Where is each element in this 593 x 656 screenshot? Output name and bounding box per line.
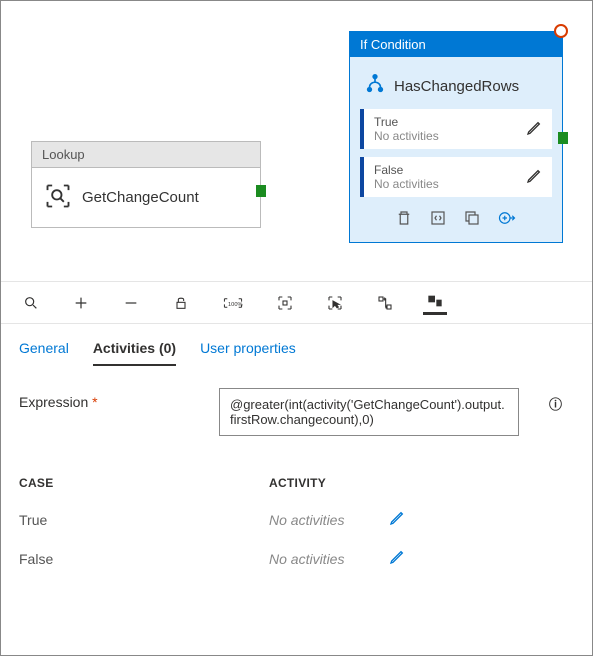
- pencil-edit-icon[interactable]: [526, 168, 542, 187]
- tab-user-properties[interactable]: User properties: [200, 340, 296, 366]
- output-connector[interactable]: [558, 132, 568, 144]
- zoom-reset-button[interactable]: 100%: [219, 292, 247, 314]
- expression-label: Expression *: [19, 388, 189, 410]
- output-connector[interactable]: [256, 185, 266, 197]
- branch-label: True: [374, 115, 439, 129]
- branch-label: False: [374, 163, 439, 177]
- svg-text:100%: 100%: [228, 301, 243, 307]
- validation-indicator-icon: [554, 24, 568, 38]
- info-icon[interactable]: ⓘ: [549, 388, 562, 413]
- zoom-out-button[interactable]: [119, 291, 143, 315]
- if-condition-activity-node[interactable]: If Condition HasChangedRows True No acti…: [349, 31, 563, 243]
- lookup-activity-name: GetChangeCount: [82, 189, 199, 206]
- search-button[interactable]: [19, 291, 43, 315]
- case-activity-table: CASE ACTIVITY True No activities False N…: [1, 446, 592, 588]
- tab-general[interactable]: General: [19, 340, 69, 366]
- delete-icon[interactable]: [395, 209, 413, 230]
- lookup-activity-node[interactable]: Lookup GetChangeCount: [31, 141, 261, 228]
- code-icon[interactable]: [429, 209, 447, 230]
- add-arrow-icon[interactable]: [497, 209, 517, 230]
- lookup-type-label: Lookup: [32, 142, 260, 168]
- branch-card-true[interactable]: True No activities: [360, 109, 552, 149]
- pencil-edit-icon[interactable]: [389, 510, 405, 529]
- column-header-activity: ACTIVITY: [269, 476, 326, 490]
- activity-cell: No activities: [269, 551, 389, 567]
- search-lookup-icon: [44, 182, 72, 213]
- branch-sublabel: No activities: [374, 129, 439, 143]
- table-row: False No activities: [19, 539, 574, 578]
- case-cell: True: [19, 512, 269, 528]
- branch-card-false[interactable]: False No activities: [360, 157, 552, 197]
- pencil-edit-icon[interactable]: [389, 549, 405, 568]
- zoom-in-button[interactable]: [69, 291, 93, 315]
- property-tabs: General Activities (0) User properties: [1, 324, 592, 366]
- if-condition-activity-name: HasChangedRows: [394, 78, 519, 95]
- minimap-toggle-button[interactable]: [423, 290, 447, 315]
- activity-cell: No activities: [269, 512, 389, 528]
- fit-screen-button[interactable]: [273, 291, 297, 315]
- copy-icon[interactable]: [463, 209, 481, 230]
- branch-icon: [364, 73, 386, 99]
- pencil-edit-icon[interactable]: [526, 120, 542, 139]
- pipeline-canvas[interactable]: Lookup GetChangeCount If Condition: [1, 1, 592, 281]
- select-button[interactable]: [323, 291, 347, 315]
- table-row: True No activities: [19, 500, 574, 539]
- expression-input[interactable]: @greater(int(activity('GetChangeCount').…: [219, 388, 519, 436]
- lock-button[interactable]: [169, 291, 193, 315]
- column-header-case: CASE: [19, 476, 269, 490]
- canvas-toolbar: 100%: [1, 281, 592, 324]
- branch-sublabel: No activities: [374, 177, 439, 191]
- auto-align-button[interactable]: [373, 291, 397, 315]
- if-condition-type-label: If Condition: [350, 32, 562, 57]
- tab-activities[interactable]: Activities (0): [93, 340, 176, 366]
- case-cell: False: [19, 551, 269, 567]
